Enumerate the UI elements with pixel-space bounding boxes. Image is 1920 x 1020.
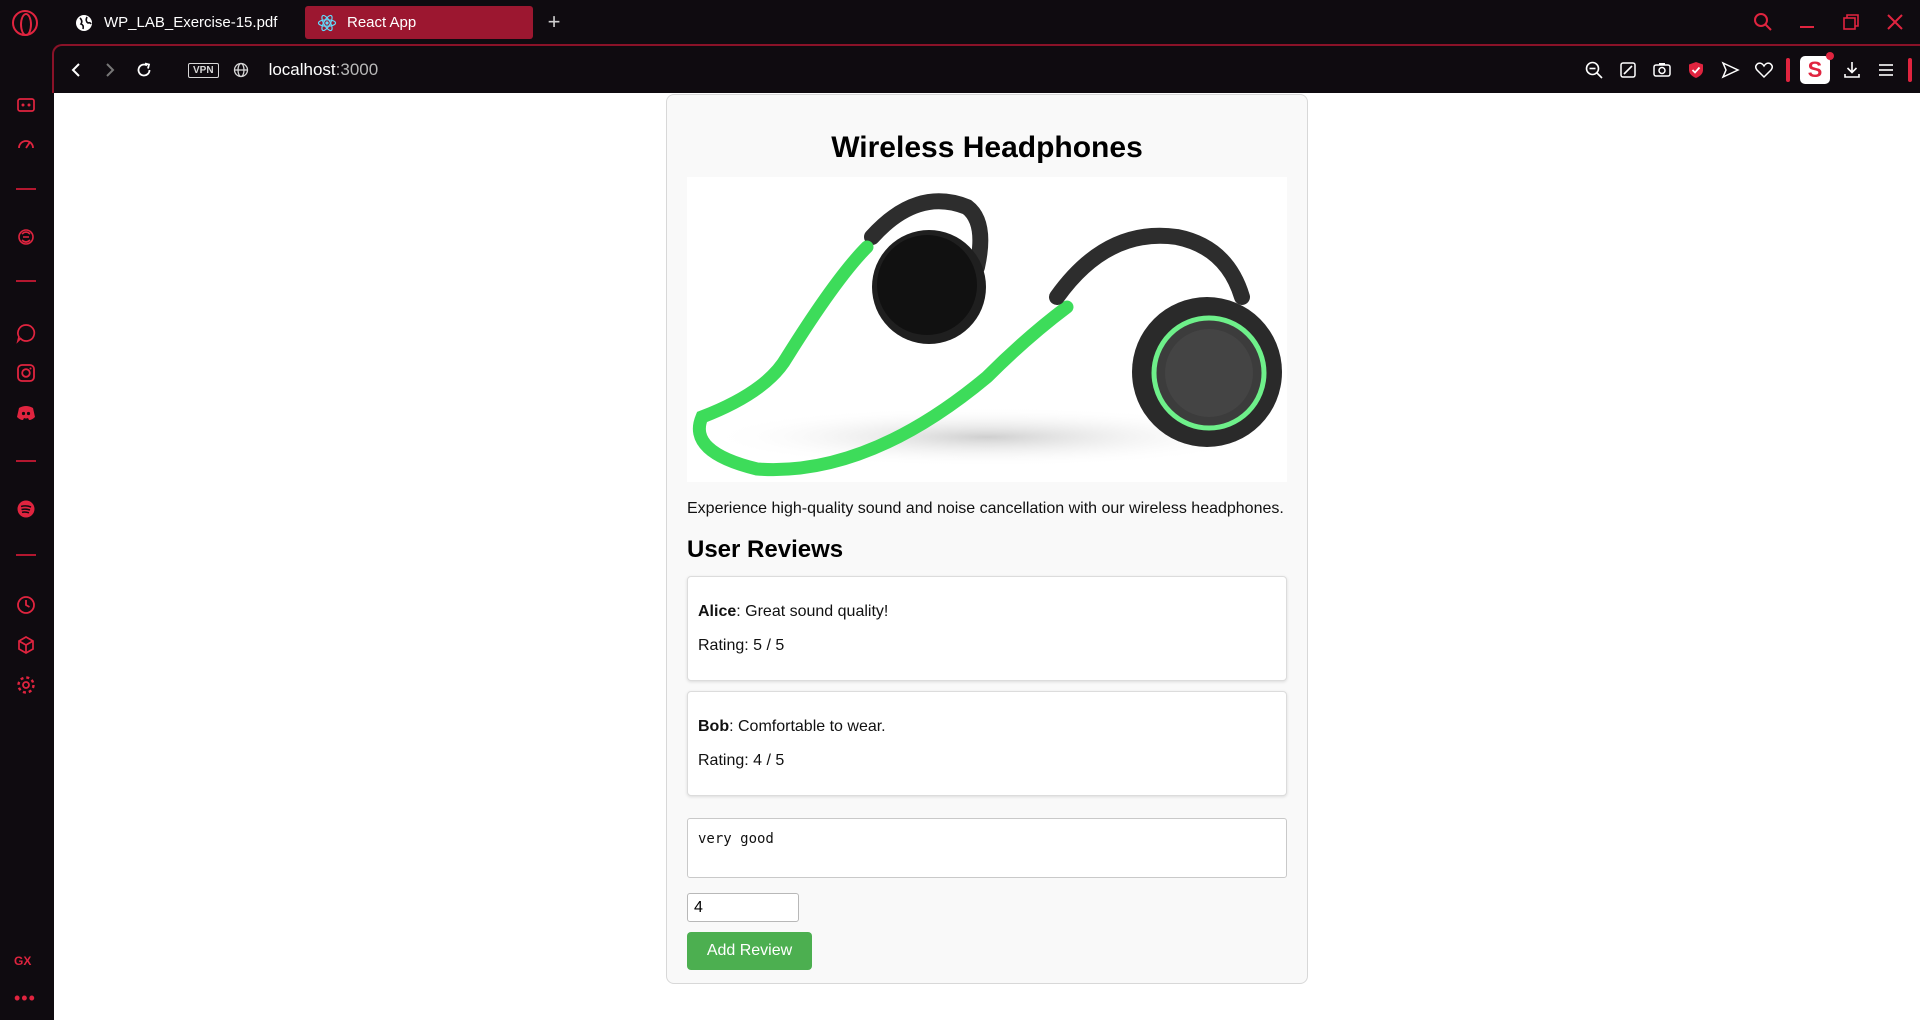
divider bbox=[1908, 58, 1912, 82]
history-icon[interactable] bbox=[13, 592, 39, 618]
rating-input[interactable] bbox=[687, 893, 799, 922]
restore-icon[interactable] bbox=[1840, 11, 1862, 33]
reload-icon[interactable] bbox=[132, 58, 156, 82]
opera-logo-icon[interactable] bbox=[12, 10, 38, 36]
minimize-icon[interactable] bbox=[1796, 11, 1818, 33]
speed-dial-icon[interactable] bbox=[13, 132, 39, 158]
review-rating: Rating: 5 / 5 bbox=[698, 637, 785, 654]
globe-icon bbox=[229, 58, 253, 82]
product-description: Experience high-quality sound and noise … bbox=[687, 500, 1284, 517]
zoom-out-icon[interactable] bbox=[1582, 57, 1606, 83]
shield-icon[interactable] bbox=[1684, 57, 1708, 83]
globe-icon bbox=[74, 13, 94, 33]
address-bar: VPN localhost:3000 S bbox=[52, 44, 1920, 93]
forward-icon[interactable] bbox=[98, 58, 122, 82]
gamepad-icon[interactable] bbox=[13, 92, 39, 118]
new-tab-button[interactable]: + bbox=[543, 11, 565, 34]
spotify-icon[interactable] bbox=[13, 496, 39, 522]
sidebar-divider bbox=[16, 554, 36, 556]
tab-react-app[interactable]: React App bbox=[305, 6, 533, 39]
download-icon[interactable] bbox=[1840, 57, 1864, 83]
divider bbox=[1786, 58, 1790, 82]
review-comment: : Great sound quality! bbox=[736, 603, 889, 620]
product-title: Wireless Headphones bbox=[831, 131, 1143, 164]
web-page: Wireless Headphones Experience high-qual… bbox=[54, 93, 1920, 1020]
reviews-heading: User Reviews bbox=[687, 536, 844, 563]
window-controls bbox=[1752, 0, 1920, 44]
back-icon[interactable] bbox=[64, 58, 88, 82]
review-rating: Rating: 4 / 5 bbox=[698, 752, 785, 769]
search-icon[interactable] bbox=[1752, 11, 1774, 33]
vpn-badge[interactable]: VPN bbox=[188, 62, 219, 78]
review-text: Alice: Great sound quality! bbox=[698, 603, 1276, 621]
tab-label: React App bbox=[347, 14, 417, 31]
title-bar: WP_LAB_Exercise-15.pdf React App + bbox=[0, 0, 1920, 44]
tab-pdf[interactable]: WP_LAB_Exercise-15.pdf bbox=[62, 6, 292, 39]
add-review-button[interactable]: Add Review bbox=[687, 932, 812, 970]
whatsapp-icon[interactable] bbox=[13, 320, 39, 346]
instagram-icon[interactable] bbox=[13, 360, 39, 386]
extension-s-icon[interactable]: S bbox=[1800, 52, 1834, 84]
discord-icon[interactable] bbox=[13, 400, 39, 426]
send-icon[interactable] bbox=[1718, 57, 1742, 83]
sidebar-divider bbox=[16, 188, 36, 190]
url-text[interactable]: localhost:3000 bbox=[269, 60, 379, 80]
camera-icon[interactable] bbox=[1650, 57, 1674, 83]
review-card: Bob: Comfortable to wear. Rating: 4 / 5 bbox=[687, 691, 1287, 796]
extensions-cube-icon[interactable] bbox=[13, 632, 39, 658]
edit-icon[interactable] bbox=[1616, 57, 1640, 83]
review-user: Bob bbox=[698, 718, 730, 735]
tab-label: WP_LAB_Exercise-15.pdf bbox=[104, 14, 278, 31]
easy-setup-icon[interactable] bbox=[1874, 57, 1898, 83]
review-user: Alice bbox=[698, 603, 737, 620]
settings-gear-icon[interactable] bbox=[13, 672, 39, 698]
more-options-icon[interactable]: ••• bbox=[14, 988, 36, 1009]
close-icon[interactable] bbox=[1884, 11, 1906, 33]
review-card: Alice: Great sound quality! Rating: 5 / … bbox=[687, 576, 1287, 681]
sidebar-divider bbox=[16, 280, 36, 282]
react-icon bbox=[317, 13, 337, 33]
chatgpt-icon[interactable] bbox=[13, 224, 39, 250]
heart-icon[interactable] bbox=[1752, 57, 1776, 83]
product-image bbox=[687, 177, 1287, 482]
review-text: Bob: Comfortable to wear. bbox=[698, 718, 1276, 736]
sidebar-divider bbox=[16, 460, 36, 462]
product-card: Wireless Headphones Experience high-qual… bbox=[666, 94, 1308, 984]
review-comment: : Comfortable to wear. bbox=[729, 718, 886, 735]
review-comment-textarea[interactable]: very good bbox=[687, 818, 1287, 878]
gx-badge[interactable]: GX bbox=[14, 954, 31, 968]
sidebar: GX ••• bbox=[0, 44, 52, 1020]
